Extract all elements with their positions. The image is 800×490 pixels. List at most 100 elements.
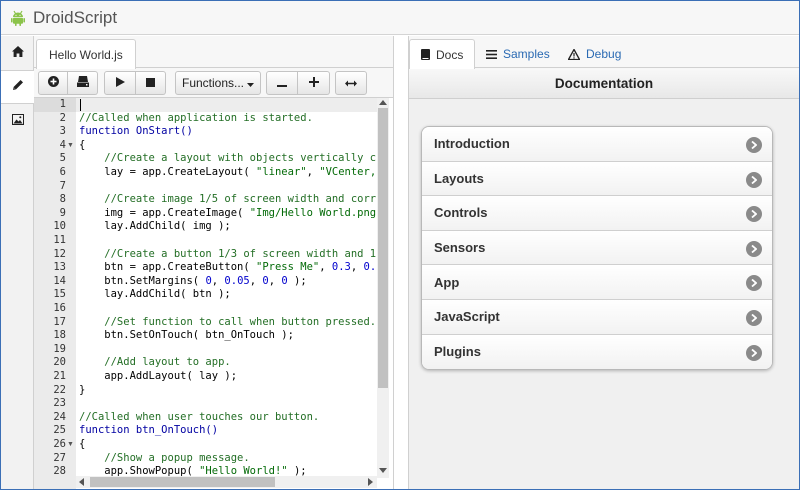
list-icon (486, 49, 497, 59)
new-button[interactable] (38, 71, 68, 95)
line-number: 1 (34, 98, 76, 112)
chevron-right-icon (746, 309, 762, 326)
docs-item-label: JavaScript (434, 309, 500, 325)
code-line: btn.SetOnTouch( btn_OnTouch ); (79, 329, 294, 342)
scroll-left-icon[interactable] (79, 478, 84, 486)
docs-item-label: Controls (434, 205, 488, 221)
sidebar-editor-button[interactable] (1, 70, 35, 104)
code-line: btn.SetMargins( 0, 0.05, 0, 0 ); (79, 274, 307, 287)
zoom-in-button[interactable] (298, 71, 330, 95)
code-editor[interactable]: 1 2 3 4 5 6 7 8 9 10 11 12 13 14 15 16 1… (34, 97, 393, 489)
line-number: 15 (53, 288, 66, 301)
tab-docs[interactable]: Docs (409, 39, 476, 69)
android-logo-icon (11, 10, 25, 26)
code-line: function OnStart() (79, 125, 193, 138)
code-line: { (79, 138, 86, 151)
functions-dropdown[interactable]: Functions... (175, 71, 261, 95)
zoom-out-button[interactable] (266, 71, 298, 95)
fold-toggle-icon[interactable]: ▼ (67, 438, 74, 452)
app-window: DroidScript Hello World.js Functions... … (0, 0, 800, 490)
line-number: 6 (59, 166, 66, 178)
sidebar-assets-button[interactable] (1, 104, 34, 138)
tab-debug[interactable]: Debug (557, 39, 632, 69)
line-number: 19 (53, 342, 66, 355)
functions-label: Functions... (181, 76, 245, 90)
line-number: 11 (53, 234, 66, 246)
line-number: 22 (53, 383, 66, 396)
scroll-thumb[interactable] (90, 477, 275, 487)
code-line: //Called when user touches our button. (79, 410, 320, 423)
scroll-right-icon[interactable] (368, 478, 373, 486)
docs-item-layouts[interactable]: Layouts (422, 161, 772, 197)
line-number: 2 (59, 111, 66, 124)
image-icon (11, 112, 24, 130)
code-line: //Show a popup message. (79, 451, 250, 464)
line-number: 27 (53, 451, 66, 464)
home-icon (11, 44, 24, 62)
docs-item-plugins[interactable]: Plugins (422, 334, 772, 370)
code-line: //Set function to call when button press… (79, 315, 377, 328)
code-line: //Create a layout with objects verticall… (79, 152, 377, 165)
code-line: lay.AddChild( img ); (79, 220, 231, 233)
horizontal-scrollbar[interactable] (76, 476, 377, 488)
chevron-right-icon (746, 275, 762, 292)
line-number: 10 (53, 220, 66, 233)
pane-divider[interactable] (393, 36, 409, 489)
code-line: app.AddLayout( lay ); (79, 370, 238, 382)
line-number: 4 (59, 138, 66, 151)
docs-list: Introduction Layouts Controls Sensors Ap… (421, 126, 773, 371)
file-tab-bar: Hello World.js (34, 36, 393, 69)
warning-icon (568, 48, 580, 60)
line-number: 8 (59, 193, 66, 206)
line-number: 20 (53, 356, 66, 369)
code-line: { (79, 438, 86, 450)
scroll-up-icon[interactable] (379, 100, 387, 105)
code-line: img = app.CreateImage( "Img/Hello World.… (79, 206, 377, 219)
docs-item-controls[interactable]: Controls (422, 196, 772, 231)
tab-samples-label: Samples (503, 47, 550, 61)
plus-icon (308, 76, 319, 90)
code-line: //Called when application is started. (79, 111, 313, 124)
app-title: DroidScript (33, 7, 118, 27)
stop-button[interactable] (136, 71, 166, 95)
chevron-right-icon (746, 240, 762, 257)
line-number: 28 (53, 465, 66, 478)
docs-content: Documentation Introduction Layouts Contr… (409, 69, 799, 489)
chevron-right-icon (746, 137, 762, 153)
docs-header: Documentation (409, 69, 799, 99)
editor-toolbar: Functions... (34, 68, 393, 98)
arrows-horizontal-icon (345, 76, 357, 90)
chevron-right-icon (746, 344, 762, 361)
stop-icon (146, 76, 155, 90)
docs-item-sensors[interactable]: Sensors (422, 230, 772, 266)
line-gutter: 1 2 3 4 5 6 7 8 9 10 11 12 13 14 15 16 1… (34, 98, 76, 489)
scroll-thumb[interactable] (378, 108, 388, 388)
sidebar-home-button[interactable] (1, 36, 34, 70)
chevron-right-icon (746, 206, 762, 223)
docs-item-introduction[interactable]: Introduction (422, 127, 772, 162)
book-icon (421, 49, 430, 60)
line-number: 24 (53, 410, 66, 423)
line-number: 5 (59, 152, 66, 165)
code-line: //Create image 1/5 of screen width and c… (79, 193, 377, 206)
title-bar: DroidScript (1, 1, 799, 35)
file-tab-hello-world[interactable]: Hello World.js (36, 39, 136, 69)
play-icon (115, 76, 125, 90)
line-number: 3 (59, 125, 66, 138)
tab-docs-label: Docs (436, 47, 464, 62)
vertical-scrollbar[interactable] (377, 98, 389, 478)
line-number: 17 (53, 315, 66, 328)
docs-item-label: Plugins (434, 344, 481, 360)
save-button[interactable] (68, 71, 98, 95)
docs-item-app[interactable]: App (422, 265, 772, 300)
tab-samples[interactable]: Samples (475, 39, 561, 69)
scroll-down-icon[interactable] (379, 468, 387, 473)
fold-toggle-icon[interactable]: ▼ (67, 139, 74, 153)
code-line: } (79, 383, 86, 396)
wrap-button[interactable] (335, 71, 367, 95)
run-button[interactable] (104, 71, 136, 95)
minus-icon (277, 76, 287, 90)
docs-item-label: Layouts (434, 170, 484, 186)
line-number: 14 (53, 274, 66, 287)
docs-item-javascript[interactable]: JavaScript (422, 299, 772, 335)
